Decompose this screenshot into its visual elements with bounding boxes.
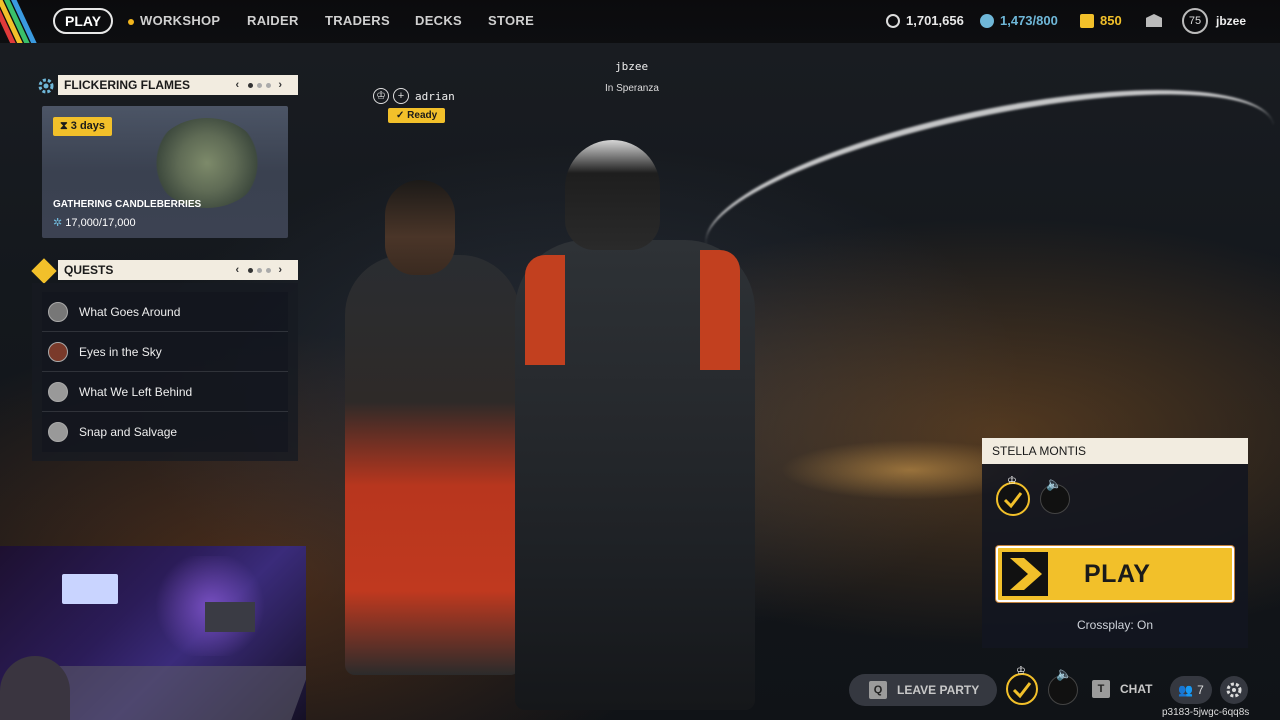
nav-traders-tab[interactable]: TRADERS [325, 13, 390, 28]
logo-stripes-icon [0, 0, 44, 43]
add-friend-icon[interactable]: + [393, 88, 409, 104]
event-name: GATHERING CANDLEBERRIES [53, 199, 202, 210]
event-progress: ✲ 17,000/17,000 [53, 216, 136, 229]
nav-decks-tab[interactable]: DECKS [415, 13, 462, 28]
party-slot-leader[interactable] [996, 482, 1030, 516]
player-location: In Speranza [605, 83, 659, 94]
quest-label: What Goes Around [79, 304, 181, 319]
gear-icon: ✲ [53, 217, 63, 229]
speaker-icon: 🔈 [1056, 666, 1073, 681]
webcam-screen [205, 602, 255, 632]
tokens-counter: 850 [1080, 13, 1122, 28]
quests-pager[interactable]: ‹ › [236, 260, 284, 280]
character-right-stripe [525, 255, 565, 365]
nav-workshop-label: WORKSHOP [140, 13, 221, 28]
ready-label: Ready [407, 110, 438, 121]
chat-key: T [1092, 680, 1110, 698]
top-navigation-bar: PLAY WORKSHOP RAIDER TRADERS DECKS STORE… [0, 0, 1280, 43]
crown-icon: ♔ [1016, 665, 1026, 677]
credits-counter: 1,473/800 [980, 13, 1058, 28]
event-panel-header: FLICKERING FLAMES ‹ › [58, 75, 298, 95]
quest-list: What Goes Around Eyes in the Sky What We… [32, 283, 298, 461]
bottom-party-slot[interactable] [1006, 673, 1038, 705]
friends-icon: 👥 [1178, 683, 1194, 697]
quest-giver-icon [48, 381, 68, 402]
session-id: p3183-5jwgc-6qq8s [1162, 707, 1250, 718]
webcam-person [0, 656, 70, 720]
gear-icon [35, 75, 57, 97]
character-left-body [345, 255, 520, 675]
nav-raider-tab[interactable]: RAIDER [247, 13, 299, 28]
crown-icon: ♔ [1007, 475, 1017, 487]
leave-party-key: Q [869, 681, 887, 699]
speaker-icon: 🔈 [1046, 476, 1063, 491]
webcam-overlay [0, 546, 306, 720]
webcam-floor [29, 666, 306, 720]
event-days: 3 days [70, 120, 106, 132]
quest-label: Eyes in the Sky [79, 344, 162, 359]
tokens-icon [1080, 13, 1094, 28]
coins-counter: 1,701,656 [886, 13, 964, 28]
ready-badge: ✓ Ready [388, 108, 446, 123]
quest-giver-icon [48, 422, 68, 442]
coin-icon [886, 13, 900, 28]
play-button-label: PLAY [1084, 560, 1151, 588]
notification-dot-icon [128, 18, 134, 25]
quest-item[interactable]: What Goes Around [42, 292, 288, 332]
party-member-name: adrian [415, 90, 455, 103]
play-button[interactable]: PLAY [996, 546, 1234, 602]
quest-item[interactable]: What We Left Behind [42, 372, 288, 412]
quests-panel-header: QUESTS ‹ › [58, 260, 298, 280]
play-chevron-icon [1002, 552, 1048, 596]
event-progress-value: 17,000/17,000 [65, 217, 136, 229]
character-right-stripe [700, 250, 740, 370]
friends-count: 7 [1197, 683, 1204, 697]
credits-icon [980, 13, 994, 28]
gear-icon [1226, 682, 1242, 698]
quest-giver-icon [48, 341, 68, 362]
quest-label: Snap and Salvage [79, 425, 178, 439]
coins-value: 1,701,656 [906, 13, 964, 28]
map-name[interactable]: STELLA MONTIS [982, 438, 1248, 464]
event-title: FLICKERING FLAMES [64, 78, 190, 92]
nav-workshop-tab[interactable]: WORKSHOP [128, 13, 220, 28]
crown-icon: ♔ [373, 88, 389, 104]
candleberry-tree-image [152, 118, 262, 208]
quest-item[interactable]: Snap and Salvage [42, 412, 288, 452]
light-arc [690, 51, 1280, 319]
crossplay-status: Crossplay: On [1076, 618, 1154, 632]
nav-store-tab[interactable]: STORE [488, 13, 534, 28]
nav-play-tab[interactable]: PLAY [53, 8, 114, 34]
quest-label: What We Left Behind [79, 384, 193, 399]
character-right-helmet [565, 140, 660, 250]
friends-button[interactable]: 👥 7 [1170, 676, 1212, 704]
webcam-screen [62, 574, 118, 604]
settings-button[interactable] [1220, 676, 1248, 704]
credits-value: 1,473/800 [1000, 13, 1058, 28]
leave-party-button[interactable]: Q LEAVE PARTY [849, 674, 997, 706]
tokens-value: 850 [1100, 13, 1122, 28]
mail-icon[interactable] [1146, 14, 1162, 27]
event-timer-badge: ⧗ 3 days [53, 117, 113, 136]
quests-title: QUESTS [64, 263, 114, 277]
event-pager[interactable]: ‹ › [236, 75, 284, 95]
chat-label: CHAT [1120, 682, 1153, 696]
leave-party-label: LEAVE PARTY [897, 683, 980, 697]
quest-giver-icon [48, 301, 68, 322]
player-level-badge[interactable]: 75 [1182, 8, 1208, 34]
party-member-name: jbzee [615, 60, 649, 73]
play-panel: STELLA MONTIS ♔ 🔈 PLAY Crossplay: On [982, 438, 1248, 648]
player-username[interactable]: jbzee [1216, 14, 1246, 28]
quest-item[interactable]: Eyes in the Sky [42, 332, 288, 372]
character-left-head [385, 180, 455, 275]
event-card[interactable]: ⧗ 3 days GATHERING CANDLEBERRIES ✲ 17,00… [42, 106, 288, 238]
chat-button[interactable]: T CHAT [1092, 680, 1152, 698]
